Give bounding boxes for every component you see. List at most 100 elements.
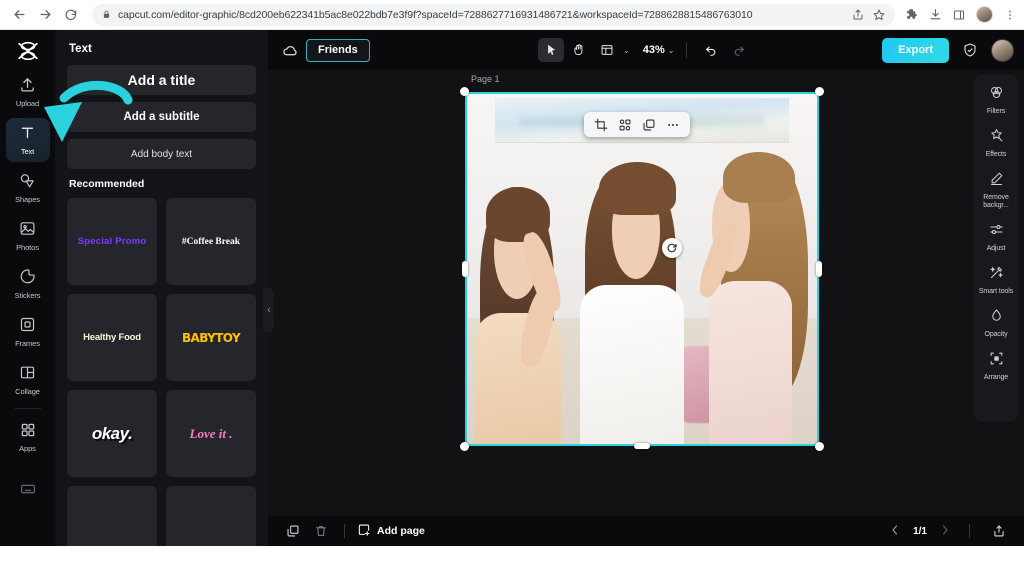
delete-page-icon[interactable] bbox=[310, 520, 332, 542]
replace-media-icon[interactable] bbox=[615, 115, 635, 135]
resize-handle-left[interactable] bbox=[462, 261, 468, 277]
chevron-down-icon[interactable]: ⌄ bbox=[622, 46, 631, 55]
resize-handle-bottom[interactable] bbox=[634, 443, 650, 449]
undo-button[interactable] bbox=[698, 38, 724, 62]
canvas-tools-group: ⌄ 43% ⌄ bbox=[538, 38, 752, 62]
cursor-select-tool[interactable] bbox=[538, 38, 564, 62]
puzzle-icon[interactable] bbox=[905, 8, 918, 21]
template-label: Love it . bbox=[190, 426, 233, 442]
text-template-card[interactable]: Love it . bbox=[166, 390, 256, 477]
resize-handle-top-right[interactable] bbox=[815, 87, 824, 96]
sidebar-item-label: Text bbox=[21, 148, 34, 156]
browser-back-button[interactable] bbox=[6, 2, 32, 28]
right-item-arrange[interactable]: Arrange bbox=[976, 347, 1016, 386]
capcut-logo-icon[interactable] bbox=[13, 38, 43, 64]
right-properties-rail: Filters Effects Remove backgr... Adjust … bbox=[974, 74, 1018, 422]
browser-reload-button[interactable] bbox=[58, 2, 84, 28]
prev-page-button[interactable] bbox=[889, 524, 901, 539]
user-avatar[interactable] bbox=[991, 39, 1014, 62]
right-item-smart-tools[interactable]: Smart tools bbox=[976, 261, 1016, 300]
sidebar-item-text[interactable]: Text bbox=[6, 118, 50, 162]
right-item-remove-background[interactable]: Remove backgr... bbox=[976, 167, 1016, 214]
page-navigation: 1/1 bbox=[889, 520, 1010, 542]
cloud-sync-icon[interactable] bbox=[278, 38, 302, 62]
sidebar-item-collage[interactable]: Collage bbox=[6, 358, 50, 402]
side-panel-icon[interactable] bbox=[953, 9, 965, 21]
element-floating-toolbar bbox=[584, 112, 690, 137]
project-title-input[interactable]: Friends bbox=[306, 39, 370, 62]
sidebar-item-photos[interactable]: Photos bbox=[6, 214, 50, 258]
panel-title: Text bbox=[69, 43, 256, 55]
sidebar-item-stickers[interactable]: Stickers bbox=[6, 262, 50, 306]
text-template-card[interactable] bbox=[67, 486, 157, 546]
resize-handle-bottom-left[interactable] bbox=[460, 442, 469, 451]
duplicate-page-icon[interactable] bbox=[282, 520, 304, 542]
add-page-button[interactable]: Add page bbox=[357, 523, 425, 540]
text-template-card[interactable]: okay. bbox=[67, 390, 157, 477]
crop-icon[interactable] bbox=[591, 115, 611, 135]
export-button[interactable]: Export bbox=[882, 38, 949, 63]
chrome-profile-avatar[interactable] bbox=[976, 6, 993, 23]
more-options-icon[interactable] bbox=[663, 115, 683, 135]
add-body-text-button[interactable]: Add body text bbox=[67, 139, 256, 169]
right-item-label: Effects bbox=[986, 151, 1007, 159]
right-item-opacity[interactable]: Opacity bbox=[976, 304, 1016, 343]
rotate-handle-icon[interactable] bbox=[662, 238, 682, 258]
remove-background-icon bbox=[989, 171, 1004, 191]
text-template-card[interactable]: BABYTOY bbox=[166, 294, 256, 381]
sidebar-item-shapes[interactable]: Shapes bbox=[6, 166, 50, 210]
text-template-card[interactable]: Special Promo bbox=[67, 198, 157, 285]
selected-image-element[interactable] bbox=[465, 92, 819, 446]
browser-chrome: capcut.com/editor-graphic/8cd200eb622341… bbox=[0, 0, 1024, 30]
add-a-subtitle-button[interactable]: Add a subtitle bbox=[67, 102, 256, 132]
redo-button[interactable] bbox=[726, 38, 752, 62]
text-template-card[interactable] bbox=[166, 486, 256, 546]
duplicate-icon[interactable] bbox=[639, 115, 659, 135]
share-icon[interactable] bbox=[852, 9, 864, 21]
text-panel: Text Add a title Add a subtitle Add body… bbox=[55, 30, 268, 546]
panel-collapse-handle[interactable] bbox=[263, 288, 274, 332]
sidebar-item-label: Upload bbox=[16, 100, 39, 108]
text-template-card[interactable]: #Coffee Break bbox=[166, 198, 256, 285]
hand-pan-tool[interactable] bbox=[566, 38, 592, 62]
zoom-chevron-down-icon[interactable]: ⌄ bbox=[667, 46, 676, 55]
layout-grid-tool[interactable] bbox=[594, 38, 620, 62]
star-icon[interactable] bbox=[873, 9, 885, 21]
right-item-effects[interactable]: Effects bbox=[976, 124, 1016, 163]
sidebar-item-frames[interactable]: Frames bbox=[6, 310, 50, 354]
shield-check-icon[interactable] bbox=[958, 38, 982, 62]
bottom-divider bbox=[969, 524, 970, 538]
present-export-icon[interactable] bbox=[988, 520, 1010, 542]
lock-icon bbox=[102, 10, 111, 19]
address-bar[interactable]: capcut.com/editor-graphic/8cd200eb622341… bbox=[92, 4, 895, 26]
browser-forward-button[interactable] bbox=[32, 2, 58, 28]
sidebar-item-upload[interactable]: Upload bbox=[6, 70, 50, 114]
right-item-label: Arrange bbox=[984, 374, 1008, 382]
add-page-label: Add page bbox=[377, 525, 425, 537]
keyboard-shortcuts-icon[interactable] bbox=[20, 481, 36, 502]
resize-handle-top-left[interactable] bbox=[460, 87, 469, 96]
template-label: Special Promo bbox=[78, 236, 147, 247]
download-icon[interactable] bbox=[929, 8, 942, 21]
smart-tools-icon bbox=[989, 265, 1004, 285]
text-template-card[interactable]: Healthy Food bbox=[67, 294, 157, 381]
next-page-button[interactable] bbox=[939, 524, 951, 539]
zoom-level-value[interactable]: 43% bbox=[643, 44, 665, 56]
right-item-filters[interactable]: Filters bbox=[976, 81, 1016, 120]
effects-icon bbox=[989, 128, 1004, 148]
canvas-stage[interactable]: Page 1 bbox=[268, 70, 1024, 516]
three-dot-menu-icon[interactable] bbox=[1004, 9, 1016, 21]
template-label: #Coffee Break bbox=[182, 237, 240, 247]
opacity-icon bbox=[989, 308, 1004, 328]
browser-toolbar-icons bbox=[905, 6, 1024, 23]
right-item-label: Opacity bbox=[984, 331, 1007, 339]
selection-frame bbox=[465, 92, 819, 446]
page-indicator: 1/1 bbox=[913, 526, 927, 537]
right-item-adjust[interactable]: Adjust bbox=[976, 218, 1016, 257]
photos-icon bbox=[19, 220, 36, 242]
sidebar-item-apps[interactable]: Apps bbox=[6, 415, 50, 459]
add-a-title-button[interactable]: Add a title bbox=[67, 65, 256, 95]
add-page-icon bbox=[357, 523, 371, 540]
resize-handle-right[interactable] bbox=[816, 261, 822, 277]
resize-handle-bottom-right[interactable] bbox=[815, 442, 824, 451]
